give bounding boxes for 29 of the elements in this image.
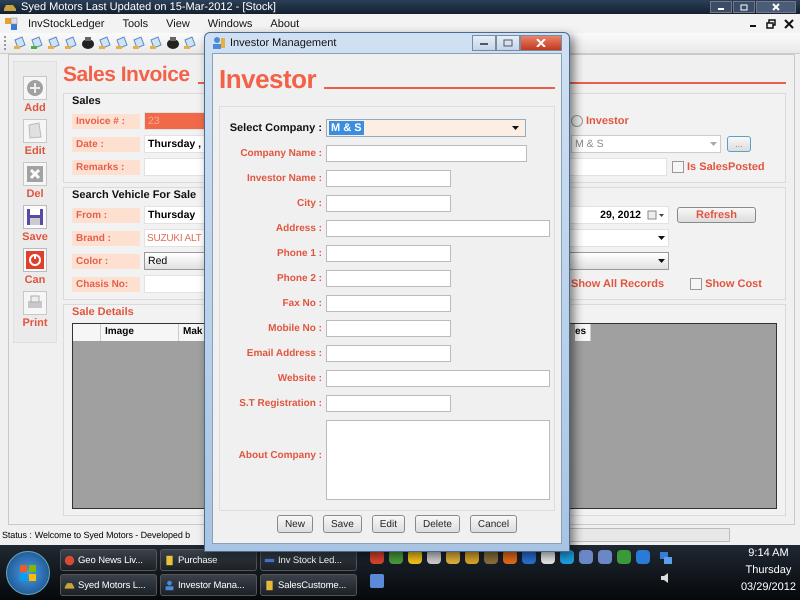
- field-label: Address :: [274, 223, 322, 234]
- field-label: Select Company :: [228, 122, 322, 134]
- group-title: Sales: [72, 95, 101, 107]
- field-label: Company Name :: [239, 148, 322, 159]
- field-label: About Company :: [238, 450, 322, 461]
- group-title: Sale Details: [72, 306, 134, 318]
- status-text: Welcome to Syed Motors - Developed b: [34, 530, 190, 540]
- field-label: Fax No :: [282, 298, 322, 309]
- field-label: Color :: [72, 254, 140, 268]
- field-label: Date :: [72, 136, 140, 152]
- field-label: Email Address :: [246, 348, 322, 359]
- field-label: Phone 2 :: [276, 273, 322, 284]
- dialog-title: Investor Management: [230, 37, 336, 49]
- field-label: From :: [72, 208, 140, 222]
- field-label: Mobile No :: [267, 323, 322, 334]
- field-label: Brand :: [72, 230, 140, 246]
- status-label: Status :: [2, 530, 32, 540]
- window-title: Syed Motors Last Updated on 15-Mar-2012 - [Stock]: [21, 1, 276, 13]
- form-title: Sales Invoice: [63, 62, 190, 88]
- field-label: Remarks :: [72, 160, 140, 174]
- field-label: Phone 1 :: [276, 248, 322, 259]
- form-heading: Investor: [219, 64, 316, 94]
- field-label: City :: [296, 198, 322, 209]
- field-label: Investor Name :: [246, 173, 322, 184]
- field-label: Invoice # :: [72, 114, 140, 128]
- field-label: Website :: [276, 373, 322, 384]
- field-label: Chasis No:: [72, 276, 140, 292]
- group-title: Search Vehicle For Sale: [72, 189, 196, 201]
- field-label: S.T Registration :: [238, 398, 322, 409]
